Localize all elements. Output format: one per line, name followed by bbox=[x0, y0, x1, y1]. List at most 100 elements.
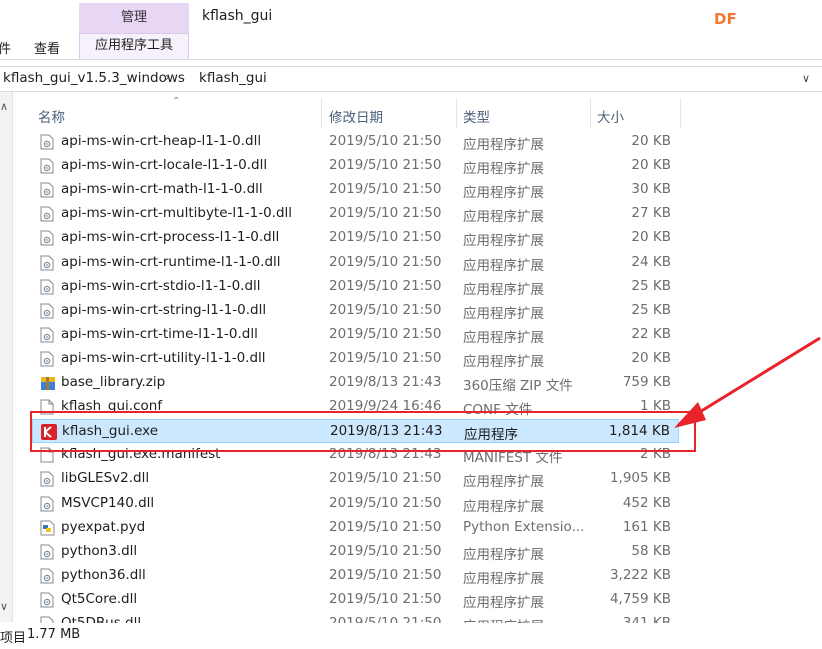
file-type: 应用程序扩展 bbox=[463, 209, 544, 225]
file-row[interactable]: api-ms-win-crt-multibyte-l1-1-0.dll 2019/… bbox=[32, 202, 679, 226]
file-row[interactable]: libGLESv2.dll 2019/5/10 21:50 应用程序扩展 1,905 … bbox=[32, 467, 679, 491]
file-name[interactable]: api-ms-win-crt-process-l1-1-0.dll bbox=[61, 229, 279, 245]
file-date-modified: 2019/5/10 21:50 bbox=[329, 205, 442, 221]
file-row[interactable]: api-ms-win-crt-string-l1-1-0.dll 2019/5/1… bbox=[32, 299, 679, 323]
scroll-up-arrow-icon[interactable]: ∧ bbox=[0, 100, 8, 113]
file-date-modified: 2019/5/10 21:50 bbox=[329, 254, 442, 270]
file-row[interactable]: api-ms-win-crt-runtime-l1-1-0.dll 2019/5/… bbox=[32, 251, 679, 275]
file-name[interactable]: api-ms-win-crt-heap-l1-1-0.dll bbox=[61, 133, 261, 149]
navigation-pane-scrollbar[interactable] bbox=[0, 92, 13, 622]
file-row[interactable]: api-ms-win-crt-math-l1-1-0.dll 2019/5/10 … bbox=[32, 178, 679, 202]
file-row[interactable]: Qt5Core.dll 2019/5/10 21:50 应用程序扩展 4,759 KB bbox=[32, 588, 679, 612]
file-date-modified: 2019/5/10 21:50 bbox=[329, 133, 442, 149]
address-bar[interactable]: kflash_gui_v1.5.3_windows › kflash_gui ∨ bbox=[0, 66, 822, 92]
file-type: 应用程序扩展 bbox=[463, 354, 544, 370]
dll-icon bbox=[40, 255, 54, 271]
file-name[interactable]: api-ms-win-crt-stdio-l1-1-0.dll bbox=[61, 278, 261, 294]
status-selection-size: 1.77 MB bbox=[27, 627, 81, 642]
file-row[interactable]: kflash_gui.conf 2019/9/24 16:46 CONF 文件 1 K… bbox=[32, 395, 679, 419]
file-date-modified: 2019/5/10 21:50 bbox=[329, 278, 442, 294]
file-name[interactable]: api-ms-win-crt-math-l1-1-0.dll bbox=[61, 181, 263, 197]
file-type: 应用程序扩展 bbox=[463, 185, 544, 201]
column-divider[interactable] bbox=[590, 98, 591, 128]
file-date-modified: 2019/9/24 16:46 bbox=[329, 398, 442, 414]
tab-application-tools[interactable]: 应用程序工具 bbox=[79, 33, 189, 59]
dll-icon bbox=[40, 206, 54, 222]
ribbon: 管理 应用程序工具 件 查看 kflash_gui DF bbox=[0, 0, 822, 62]
dll-icon bbox=[40, 182, 54, 198]
file-row[interactable]: pyexpat.pyd 2019/5/10 21:50 Python Extensi… bbox=[32, 516, 679, 540]
dll-icon bbox=[40, 351, 54, 367]
file-size: 20 KB bbox=[631, 229, 671, 245]
python-icon bbox=[40, 520, 55, 536]
file-size: 24 KB bbox=[631, 254, 671, 270]
file-date-modified: 2019/5/10 21:50 bbox=[329, 567, 442, 583]
breadcrumb-separator-icon[interactable]: › bbox=[165, 70, 170, 84]
file-name[interactable]: libGLESv2.dll bbox=[61, 470, 149, 486]
file-name[interactable]: base_library.zip bbox=[61, 374, 165, 390]
file-row[interactable]: base_library.zip 2019/8/13 21:43 360压缩 ZIP… bbox=[32, 371, 679, 395]
file-date-modified: 2019/5/10 21:50 bbox=[329, 519, 442, 535]
file-date-modified: 2019/5/10 21:50 bbox=[329, 543, 442, 559]
file-name[interactable]: kflash_gui.conf bbox=[61, 398, 162, 414]
file-row[interactable]: python36.dll 2019/5/10 21:50 应用程序扩展 3,222 K… bbox=[32, 564, 679, 588]
file-name[interactable]: python3.dll bbox=[61, 543, 137, 559]
tab-file-partial[interactable]: 件 bbox=[0, 38, 11, 57]
file-name[interactable]: api-ms-win-crt-time-l1-1-0.dll bbox=[61, 326, 258, 342]
file-type: 应用程序 bbox=[464, 427, 518, 443]
status-items-label: 项目 bbox=[0, 631, 27, 646]
file-size: 452 KB bbox=[622, 495, 671, 511]
file-name[interactable]: python36.dll bbox=[61, 567, 146, 583]
file-type: 应用程序扩展 bbox=[463, 306, 544, 322]
file-row[interactable]: api-ms-win-crt-utility-l1-1-0.dll 2019/5/… bbox=[32, 347, 679, 371]
file-row[interactable]: MSVCP140.dll 2019/5/10 21:50 应用程序扩展 452 KB bbox=[32, 492, 679, 516]
file-icon bbox=[40, 399, 54, 415]
manage-context-header[interactable]: 管理 bbox=[79, 3, 189, 33]
file-row-selected[interactable]: kflash_gui.exe 2019/8/13 21:43 应用程序 1,814 K… bbox=[32, 419, 679, 443]
file-type: MANIFEST 文件 bbox=[463, 450, 563, 466]
file-row[interactable]: api-ms-win-crt-time-l1-1-0.dll 2019/5/10 … bbox=[32, 323, 679, 347]
chevron-down-icon[interactable]: ∨ bbox=[802, 72, 810, 85]
file-name[interactable]: kflash_gui.exe bbox=[62, 423, 158, 439]
file-name[interactable]: api-ms-win-crt-runtime-l1-1-0.dll bbox=[61, 254, 281, 270]
file-size: 3,222 KB bbox=[609, 567, 671, 583]
file-row[interactable]: kflash_gui.exe.manifest 2019/8/13 21:43 MA… bbox=[32, 443, 679, 467]
file-size: 161 KB bbox=[622, 519, 671, 535]
file-name[interactable]: api-ms-win-crt-locale-l1-1-0.dll bbox=[61, 157, 267, 173]
column-divider[interactable] bbox=[680, 98, 681, 128]
file-name[interactable]: api-ms-win-crt-string-l1-1-0.dll bbox=[61, 302, 266, 318]
file-type: 应用程序扩展 bbox=[463, 161, 544, 177]
file-name[interactable]: api-ms-win-crt-utility-l1-1-0.dll bbox=[61, 350, 266, 366]
file-row[interactable]: api-ms-win-crt-heap-l1-1-0.dll 2019/5/10 … bbox=[32, 130, 679, 154]
dll-icon bbox=[40, 568, 54, 584]
file-type: 应用程序扩展 bbox=[463, 233, 544, 249]
breadcrumb-current[interactable]: kflash_gui bbox=[199, 70, 267, 86]
file-row[interactable]: python3.dll 2019/5/10 21:50 应用程序扩展 58 KB bbox=[32, 540, 679, 564]
file-name[interactable]: pyexpat.pyd bbox=[61, 519, 145, 535]
file-size: 20 KB bbox=[631, 157, 671, 173]
file-date-modified: 2019/5/10 21:50 bbox=[329, 495, 442, 511]
file-name[interactable]: api-ms-win-crt-multibyte-l1-1-0.dll bbox=[61, 205, 292, 221]
file-name[interactable]: MSVCP140.dll bbox=[61, 495, 154, 511]
file-size: 20 KB bbox=[631, 133, 671, 149]
file-row[interactable]: api-ms-win-crt-locale-l1-1-0.dll 2019/5/1… bbox=[32, 154, 679, 178]
dll-icon bbox=[40, 279, 54, 295]
file-row[interactable]: api-ms-win-crt-process-l1-1-0.dll 2019/5/… bbox=[32, 226, 679, 250]
annotation-arrow-icon bbox=[674, 336, 821, 428]
scroll-down-arrow-icon[interactable]: ∨ bbox=[0, 600, 8, 613]
column-divider[interactable] bbox=[456, 98, 457, 128]
file-date-modified: 2019/5/10 21:50 bbox=[329, 350, 442, 366]
column-divider[interactable] bbox=[321, 98, 322, 128]
file-size: 30 KB bbox=[631, 181, 671, 197]
breadcrumb-parent[interactable]: kflash_gui_v1.5.3_windows bbox=[3, 70, 185, 86]
dll-icon bbox=[40, 544, 54, 560]
file-type: 应用程序扩展 bbox=[463, 330, 544, 346]
file-name[interactable]: kflash_gui.exe.manifest bbox=[61, 446, 220, 462]
tab-view[interactable]: 查看 bbox=[34, 38, 60, 57]
file-name[interactable]: Qt5Core.dll bbox=[61, 591, 137, 607]
file-type: 应用程序扩展 bbox=[463, 474, 544, 490]
file-size: 25 KB bbox=[631, 278, 671, 294]
file-row[interactable]: api-ms-win-crt-stdio-l1-1-0.dll 2019/5/10… bbox=[32, 275, 679, 299]
file-size: 2 KB bbox=[640, 446, 671, 462]
file-type: 应用程序扩展 bbox=[463, 282, 544, 298]
